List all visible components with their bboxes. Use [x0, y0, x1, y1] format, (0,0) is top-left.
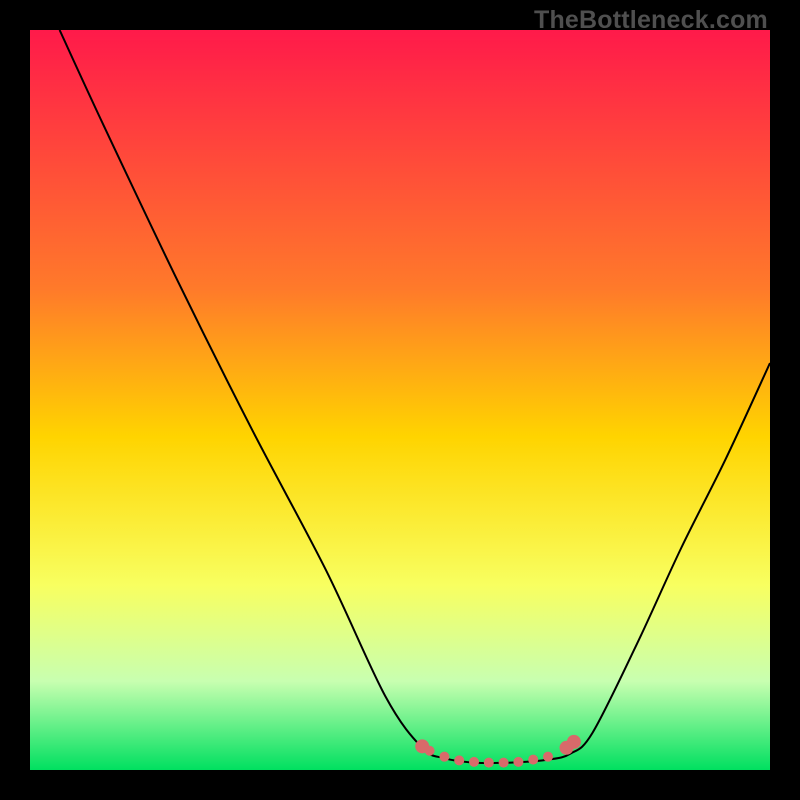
- trough-dot: [454, 755, 464, 765]
- trough-dot: [543, 752, 553, 762]
- trough-dot: [499, 758, 509, 768]
- outer-frame: TheBottleneck.com: [0, 0, 800, 800]
- trough-dot: [567, 735, 581, 749]
- trough-dot: [528, 755, 538, 765]
- gradient-background: [30, 30, 770, 770]
- trough-dot: [425, 746, 435, 756]
- trough-dot: [439, 752, 449, 762]
- chart-canvas: [30, 30, 770, 770]
- trough-dot: [513, 757, 523, 767]
- trough-dot: [469, 757, 479, 767]
- trough-dot: [484, 758, 494, 768]
